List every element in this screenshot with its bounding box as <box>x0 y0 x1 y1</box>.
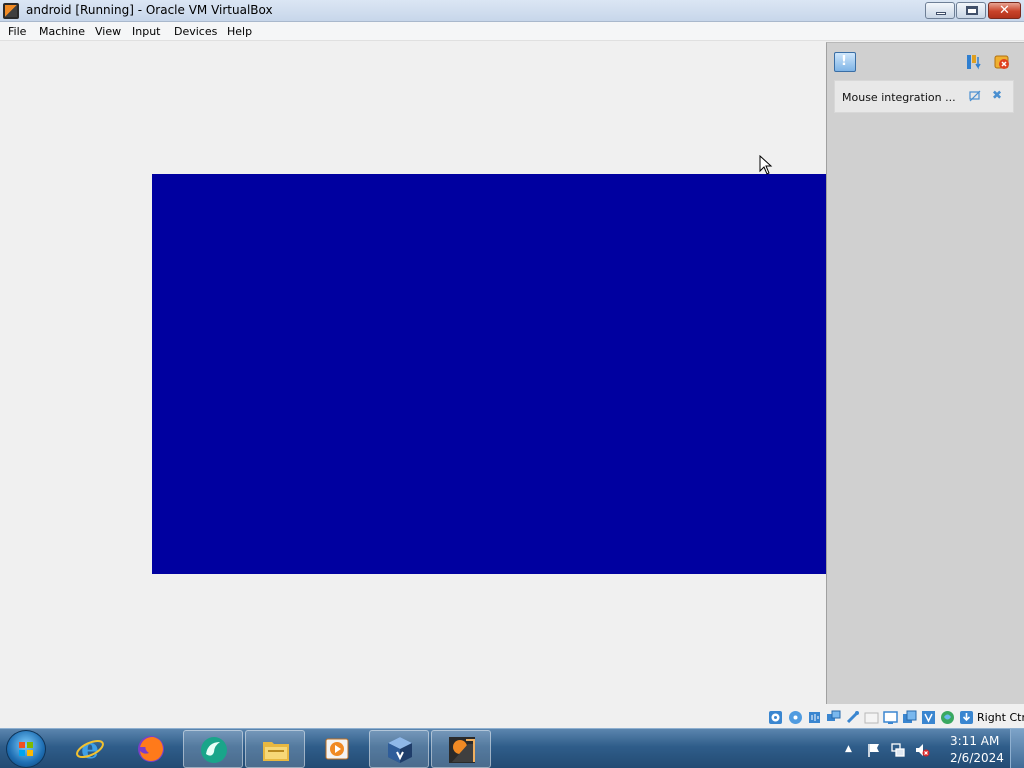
menu-view[interactable]: View <box>95 25 121 38</box>
taskbar-virtualbox-manager[interactable] <box>369 730 429 768</box>
windows-taskbar: e ▲ 3:11 AM 2/6/2024 <box>0 728 1024 768</box>
firefox-icon <box>138 736 164 762</box>
clock-date[interactable]: 2/6/2024 <box>950 751 1004 765</box>
media-player-icon <box>325 738 349 760</box>
show-desktop-button[interactable] <box>1010 729 1024 768</box>
notification-item[interactable]: Mouse integration ... ✖ <box>834 80 1014 113</box>
network-icon[interactable] <box>826 710 841 725</box>
taskbar-internet-explorer[interactable]: e <box>60 730 120 768</box>
mouse-integration-icon[interactable] <box>940 710 955 725</box>
notification-text: Mouse integration ... <box>842 91 956 104</box>
host-key-icon[interactable] <box>959 710 974 725</box>
svg-text:e: e <box>81 733 99 765</box>
minimize-icon <box>936 12 946 15</box>
menu-machine[interactable]: Machine <box>39 25 85 38</box>
menu-help[interactable]: Help <box>227 25 252 38</box>
audio-icon[interactable] <box>807 710 822 725</box>
window-title: android [Running] - Oracle VM VirtualBox <box>26 3 273 17</box>
internet-explorer-icon: e <box>76 733 104 765</box>
taskbar-media-player[interactable] <box>307 730 367 768</box>
hard-disk-icon[interactable] <box>768 710 783 725</box>
title-bar[interactable]: android [Running] - Oracle VM VirtualBox… <box>0 0 1024 22</box>
suppress-notification-icon[interactable] <box>969 90 981 102</box>
display-icon[interactable] <box>883 710 898 725</box>
taskbar-app-teal[interactable] <box>183 730 243 768</box>
volume-muted-icon[interactable] <box>914 742 930 758</box>
teal-app-icon <box>201 737 227 763</box>
notification-center: ! Mouse integration ... ✖ <box>826 42 1024 704</box>
virtualization-icon[interactable] <box>921 710 936 725</box>
close-button[interactable]: ✕ <box>988 2 1021 19</box>
taskbar-windows-explorer[interactable] <box>245 730 305 768</box>
restore-button[interactable] <box>956 2 986 19</box>
video-capture-icon[interactable] <box>902 710 917 725</box>
menu-devices[interactable]: Devices <box>174 25 217 38</box>
restore-icon <box>966 6 978 15</box>
taskbar-firefox[interactable] <box>121 730 181 768</box>
close-all-notifications-icon[interactable] <box>993 53 1011 71</box>
sort-order-icon[interactable] <box>965 53 983 71</box>
mouse-cursor-icon <box>759 155 773 175</box>
usb-icon[interactable] <box>845 710 860 725</box>
virtualbox-app-icon[interactable] <box>3 3 19 19</box>
close-icon: ✕ <box>999 3 1010 18</box>
alert-icon: ! <box>841 54 847 69</box>
action-center-flag-icon[interactable] <box>866 742 882 758</box>
dismiss-notification-icon[interactable]: ✖ <box>992 89 1004 101</box>
vm-status-bar: Right Ctrl <box>0 706 1024 728</box>
vm-guest-screen[interactable] <box>152 174 826 574</box>
menu-bar: File Machine View Input Devices Help <box>0 22 1024 41</box>
minimize-button[interactable] <box>925 2 955 19</box>
network-tray-icon[interactable] <box>890 742 906 758</box>
show-hidden-icons-icon[interactable]: ▲ <box>845 744 861 760</box>
clock-time[interactable]: 3:11 AM <box>950 734 999 748</box>
menu-file[interactable]: File <box>8 25 26 38</box>
optical-drive-icon[interactable] <box>788 710 803 725</box>
notification-center-toggle[interactable]: ! <box>834 52 856 72</box>
windows-logo-icon <box>19 742 33 756</box>
virtualbox-cube-icon <box>388 737 412 763</box>
start-button[interactable] <box>6 730 46 768</box>
taskbar-android-vm[interactable] <box>431 730 491 768</box>
menu-input[interactable]: Input <box>132 25 160 38</box>
shared-folders-icon[interactable] <box>864 710 879 725</box>
vm-window-icon <box>449 737 475 763</box>
host-key-label: Right Ctrl <box>977 711 1024 724</box>
folder-icon <box>263 742 289 761</box>
